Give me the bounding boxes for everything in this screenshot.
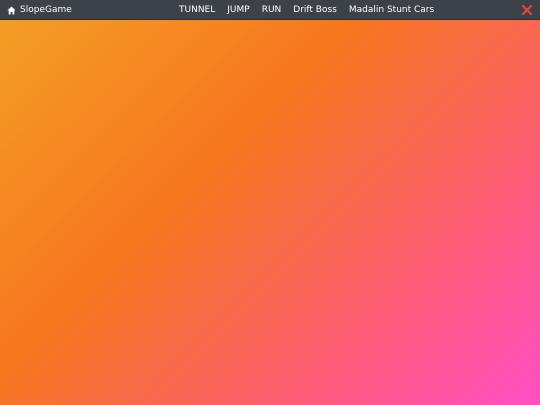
- brand-label: SlopeGame: [20, 5, 72, 15]
- nav-link-run[interactable]: RUN: [262, 5, 282, 15]
- nav-link-jump[interactable]: JUMP: [227, 5, 249, 15]
- brand-link[interactable]: SlopeGame: [7, 0, 72, 20]
- close-icon: [520, 3, 534, 17]
- nav-link-tunnel[interactable]: TUNNEL: [179, 5, 215, 15]
- game-area[interactable]: [0, 20, 540, 405]
- page-background: SlopeGame TUNNEL JUMP RUN Drift Boss Mad…: [0, 0, 540, 405]
- top-navigation-bar: SlopeGame TUNNEL JUMP RUN Drift Boss Mad…: [0, 0, 540, 20]
- main-nav: TUNNEL JUMP RUN Drift Boss Madalin Stunt…: [179, 0, 446, 20]
- nav-link-madalin-stunt-cars[interactable]: Madalin Stunt Cars: [349, 5, 434, 15]
- close-button[interactable]: [520, 3, 534, 17]
- home-icon: [7, 6, 16, 15]
- nav-link-drift-boss[interactable]: Drift Boss: [293, 5, 337, 15]
